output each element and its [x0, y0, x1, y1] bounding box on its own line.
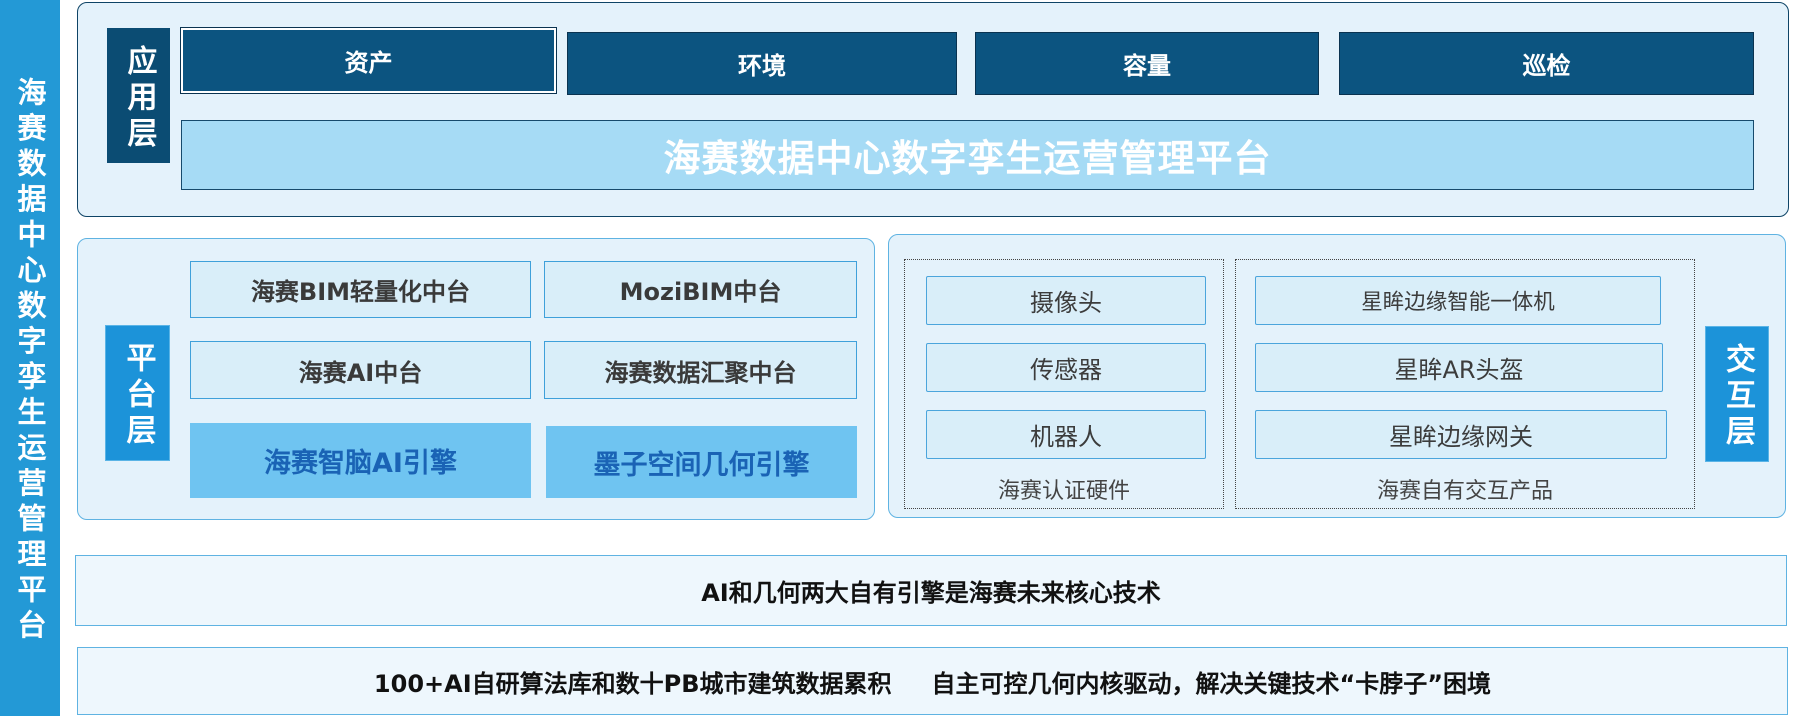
platform-mozibim: MoziBIM中台	[544, 261, 857, 318]
certified-hardware-caption: 海赛认证硬件	[997, 479, 1130, 504]
sidebar-title: 海赛数据中心数字孪生运营管理平台	[13, 77, 47, 645]
own-products-group: 星眸边缘智能一体机 星眸AR头盔 星眸边缘网关 海赛自有交互产品	[1235, 259, 1695, 509]
footer-geometry-kernel-text: 自主可控几何内核驱动，解决关键技术“卡脖子”困境	[931, 669, 1492, 698]
product-edge-gateway: 星眸边缘网关	[1255, 410, 1667, 459]
hardware-camera: 摄像头	[926, 276, 1206, 325]
product-edge-ai-box: 星眸边缘智能一体机	[1255, 276, 1661, 325]
application-layer-label: 应用层	[107, 28, 170, 163]
hardware-sensor: 传感器	[926, 343, 1206, 392]
platform-bim-lightweight: 海赛BIM轻量化中台	[190, 261, 531, 318]
interaction-layer-panel: 摄像头 传感器 机器人 海赛认证硬件 星眸边缘智能一体机 星眸AR头盔 星眸边缘…	[888, 234, 1786, 518]
platform-layer-panel: 平台层 海赛BIM轻量化中台 MoziBIM中台 海赛AI中台 海赛数据汇聚中台…	[77, 238, 875, 520]
application-layer-label-text: 应用层	[121, 44, 157, 153]
module-environment: 环境	[567, 32, 957, 95]
hardware-robot: 机器人	[926, 410, 1206, 459]
own-products-caption: 海赛自有交互产品	[1376, 479, 1553, 504]
interaction-layer-label-text: 交互层	[1720, 343, 1755, 451]
sidebar-title-bar: 海赛数据中心数字孪生运营管理平台	[0, 0, 60, 716]
footer-algorithms-text: 100+AI自研算法库和数十PB城市建筑数据累积	[373, 669, 892, 698]
platform-ai: 海赛AI中台	[190, 341, 531, 399]
engine-mozi-geometry: 墨子空间几何引擎	[546, 426, 857, 498]
module-capacity: 容量	[975, 32, 1319, 95]
engine-ai-brain: 海赛智脑AI引擎	[190, 423, 531, 498]
application-layer-panel: 应用层 资产 环境 容量 巡检 海赛数据中心数字孪生运营管理平台	[77, 2, 1789, 217]
module-assets: 资产	[181, 28, 556, 93]
interaction-layer-label: 交互层	[1705, 326, 1769, 462]
certified-hardware-group: 摄像头 传感器 机器人 海赛认证硬件	[904, 259, 1224, 509]
platform-data-aggregation: 海赛数据汇聚中台	[544, 341, 857, 399]
platform-layer-label: 平台层	[105, 325, 170, 461]
module-inspection: 巡检	[1339, 32, 1754, 95]
core-technology-summary-bar: AI和几何两大自有引擎是海赛未来核心技术	[75, 555, 1787, 626]
platform-layer-label-text: 平台层	[120, 342, 156, 450]
capabilities-footer-bar: 100+AI自研算法库和数十PB城市建筑数据累积 自主可控几何内核驱动，解决关键…	[77, 647, 1788, 715]
product-ar-helmet: 星眸AR头盔	[1255, 343, 1663, 392]
operations-platform-bar: 海赛数据中心数字孪生运营管理平台	[181, 120, 1754, 190]
